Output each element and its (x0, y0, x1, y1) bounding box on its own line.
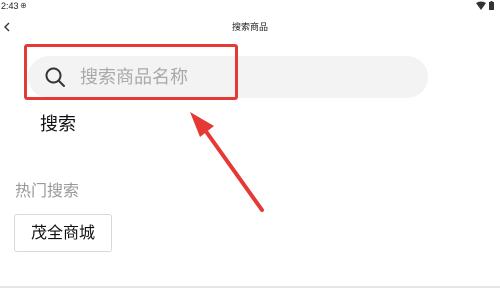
title-bar: 搜索商品 (0, 14, 500, 40)
search-bar[interactable] (28, 56, 428, 98)
search-button[interactable]: 搜索 (40, 110, 76, 136)
hot-search-title: 热门搜索 (15, 181, 80, 200)
search-icon (45, 67, 65, 87)
battery-icon (489, 2, 494, 10)
status-bar: 2:43 ⊕ (0, 0, 500, 14)
page-title: 搜索商品 (231, 23, 268, 33)
status-notification-icon: ⊕ (20, 1, 27, 10)
hot-search-tag[interactable]: 茂全商城 (14, 214, 112, 252)
status-icons (475, 1, 497, 11)
wifi-icon (476, 1, 486, 10)
search-input[interactable] (80, 60, 410, 94)
status-time: 2:43 (1, 1, 19, 11)
